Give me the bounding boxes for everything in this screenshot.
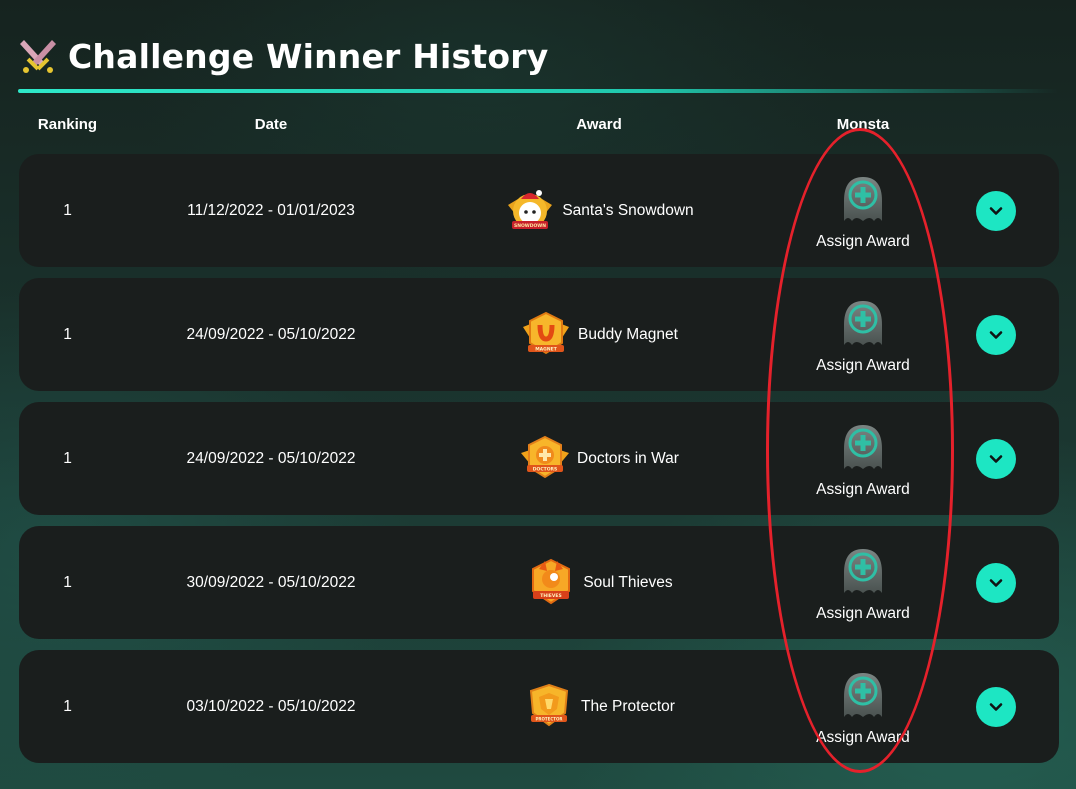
table-row: 1 11/12/2022 - 01/01/2023 SNOWDOWN Santa…: [19, 154, 1059, 267]
svg-text:MAGNET: MAGNET: [535, 346, 557, 352]
award-name: Santa's Snowdown: [562, 201, 694, 219]
page-header: Challenge Winner History: [18, 36, 548, 76]
monsta-add-icon: [844, 672, 882, 717]
svg-text:DOCTORS: DOCTORS: [533, 466, 557, 472]
column-header-award: Award: [576, 116, 622, 133]
assign-award-label: Assign Award: [816, 728, 910, 746]
thieves-badge-icon: THIEVES: [532, 558, 571, 604]
expand-row-button[interactable]: [976, 563, 1016, 603]
chevron-down-icon: [989, 703, 1003, 711]
table-row: 1 24/09/2022 - 05/10/2022 DOCTORS Doctor…: [19, 402, 1059, 515]
chevron-down-icon: [989, 331, 1003, 339]
assign-award-label: Assign Award: [816, 480, 910, 498]
chevron-down-icon: [989, 579, 1003, 587]
award-name: Soul Thieves: [583, 573, 673, 591]
column-header-monsta: Monsta: [836, 116, 890, 133]
award-cell: THIEVES Soul Thieves: [439, 526, 759, 639]
assign-award-label: Assign Award: [816, 232, 910, 250]
table-row: 1 24/09/2022 - 05/10/2022 MAGNET Buddy M…: [19, 278, 1059, 391]
ranking-value: 1: [63, 449, 72, 467]
assign-award-button[interactable]: Assign Award: [793, 650, 933, 763]
winner-history-table: 1 11/12/2022 - 01/01/2023 SNOWDOWN Santa…: [19, 154, 1059, 774]
ranking-value: 1: [63, 325, 72, 343]
date-range: 24/09/2022 - 05/10/2022: [186, 325, 356, 343]
svg-text:SNOWDOWN: SNOWDOWN: [514, 223, 546, 229]
award-cell: DOCTORS Doctors in War: [439, 402, 759, 515]
chevron-down-icon: [989, 207, 1003, 215]
award-cell: SNOWDOWN Santa's Snowdown: [439, 154, 759, 267]
award-name: Buddy Magnet: [578, 325, 678, 343]
award-cell: PROTECTOR The Protector: [439, 650, 759, 763]
assign-award-button[interactable]: Assign Award: [793, 526, 933, 639]
crossed-swords-icon: [20, 40, 56, 73]
expand-row-button[interactable]: [976, 315, 1016, 355]
date-range: 30/09/2022 - 05/10/2022: [186, 573, 356, 591]
assign-award-label: Assign Award: [816, 356, 910, 374]
table-row: 1 03/10/2022 - 05/10/2022 PROTECTOR The …: [19, 650, 1059, 763]
protector-badge-icon: PROTECTOR: [529, 683, 569, 726]
expand-row-button[interactable]: [976, 439, 1016, 479]
doctors-badge-icon: DOCTORS: [521, 435, 570, 478]
ranking-value: 1: [63, 573, 72, 591]
chevron-down-icon: [989, 455, 1003, 463]
award-name: The Protector: [581, 697, 675, 715]
assign-award-button[interactable]: Assign Award: [793, 154, 933, 267]
monsta-add-icon: [844, 548, 882, 593]
expand-row-button[interactable]: [976, 191, 1016, 231]
assign-award-button[interactable]: Assign Award: [793, 278, 933, 391]
award-cell: MAGNET Buddy Magnet: [439, 278, 759, 391]
svg-text:PROTECTOR: PROTECTOR: [536, 716, 563, 721]
monsta-add-icon: [844, 424, 882, 469]
title-underline: [18, 89, 1058, 93]
monsta-add-icon: [844, 176, 882, 221]
ranking-value: 1: [63, 201, 72, 219]
assign-award-button[interactable]: Assign Award: [793, 402, 933, 515]
page-title: Challenge Winner History: [68, 36, 549, 76]
magnet-badge-icon: MAGNET: [523, 311, 570, 354]
column-header-date: Date: [254, 116, 288, 133]
monsta-add-icon: [844, 300, 882, 345]
date-range: 24/09/2022 - 05/10/2022: [186, 449, 356, 467]
column-header-ranking: Ranking: [37, 116, 98, 133]
date-range: 03/10/2022 - 05/10/2022: [186, 697, 356, 715]
santa-badge-icon: SNOWDOWN: [508, 189, 553, 229]
expand-row-button[interactable]: [976, 687, 1016, 727]
date-range: 11/12/2022 - 01/01/2023: [187, 201, 355, 219]
award-name: Doctors in War: [577, 449, 679, 467]
table-row: 1 30/09/2022 - 05/10/2022 THIEVES Soul T…: [19, 526, 1059, 639]
assign-award-label: Assign Award: [816, 604, 910, 622]
ranking-value: 1: [63, 697, 72, 715]
svg-text:THIEVES: THIEVES: [541, 593, 562, 599]
